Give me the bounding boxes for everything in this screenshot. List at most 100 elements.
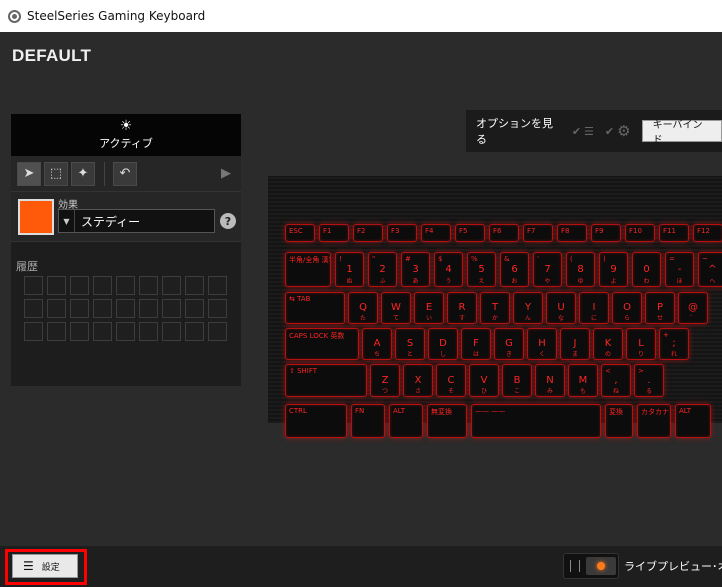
keyboard-key[interactable]: F5	[455, 224, 485, 242]
keyboard-key[interactable]: ALT	[389, 404, 423, 438]
history-slot[interactable]	[93, 299, 112, 318]
keyboard-key[interactable]: F1	[319, 224, 349, 242]
keyboard-key[interactable]: 半角/全角 漢字	[285, 252, 331, 287]
keyboard-key[interactable]: Sと	[395, 328, 425, 360]
keyboard-key[interactable]: Xさ	[403, 364, 433, 397]
history-slot[interactable]	[208, 299, 227, 318]
keyboard-key[interactable]: % 5 え	[467, 252, 496, 287]
keyboard-key[interactable]: Cそ	[436, 364, 466, 397]
keyboard-key[interactable]: Aち	[362, 328, 392, 360]
history-slot[interactable]	[116, 276, 135, 295]
keyboard-key[interactable]: Iに	[579, 292, 609, 324]
history-slot[interactable]	[70, 276, 89, 295]
keyboard-key[interactable]: Eい	[414, 292, 444, 324]
view-options-label[interactable]: オプションを見る	[476, 115, 562, 147]
live-preview-toggle[interactable]	[563, 553, 619, 579]
keyboard-key[interactable]: ALT	[675, 404, 711, 438]
keyboard-key[interactable]: Nみ	[535, 364, 565, 397]
keyboard-key[interactable]: Bこ	[502, 364, 532, 397]
keyboard-key[interactable]: Hく	[527, 328, 557, 360]
keyboard-key[interactable]: カタカナ ひらがな ローマ字	[637, 404, 671, 438]
keyboard-key[interactable]: Oら	[612, 292, 642, 324]
history-slot[interactable]	[162, 299, 181, 318]
keyboard-key[interactable]: Pせ	[645, 292, 675, 324]
history-slot[interactable]	[24, 276, 43, 295]
pointer-tool-icon[interactable]: ➤	[17, 161, 41, 186]
history-slot[interactable]	[185, 276, 204, 295]
keyboard-key[interactable]: & 6 お	[500, 252, 529, 287]
keyboard-key[interactable]: F11	[659, 224, 689, 242]
keyboard-key[interactable]: ⇧ SHIFT	[285, 364, 367, 397]
undo-icon[interactable]: ↶	[113, 161, 137, 186]
history-slot[interactable]	[93, 322, 112, 341]
keyboard-key[interactable]: Lり	[626, 328, 656, 360]
keyboard-key[interactable]: Vひ	[469, 364, 499, 397]
keyboard-key[interactable]: FN	[351, 404, 385, 438]
list-icon[interactable]: ☰	[584, 125, 594, 138]
history-slot[interactable]	[208, 322, 227, 341]
history-slot[interactable]	[70, 322, 89, 341]
keyboard-key[interactable]: 無変換	[427, 404, 467, 438]
keyboard-key[interactable]: ' 7 や	[533, 252, 562, 287]
keyboard-key[interactable]: @ ゛	[678, 292, 708, 324]
history-slot[interactable]	[185, 322, 204, 341]
keyboard-key[interactable]: (8 ゆ	[566, 252, 595, 287]
keyboard-key[interactable]: Zつ	[370, 364, 400, 397]
active-mode-header[interactable]: ☀ アクティブ	[11, 114, 241, 156]
keyboard-key[interactable]: >. る	[634, 364, 664, 397]
keyboard-key[interactable]: F10	[625, 224, 655, 242]
history-slot[interactable]	[139, 276, 158, 295]
keyboard-key[interactable]: Gき	[494, 328, 524, 360]
keyboard-key[interactable]: CAPS LOCK 英数	[285, 328, 359, 360]
history-slot[interactable]	[116, 322, 135, 341]
keyboard-key[interactable]: ⇆ TAB	[285, 292, 345, 324]
gear-icon[interactable]: ⚙	[617, 122, 630, 140]
keyboard-key[interactable]: " 2 ふ	[368, 252, 397, 287]
keyboard-key[interactable]: Qた	[348, 292, 378, 324]
keyboard-key[interactable]: 変換	[605, 404, 633, 438]
history-slot[interactable]	[116, 299, 135, 318]
keyboard-key[interactable]: Jま	[560, 328, 590, 360]
keyboard-key[interactable]: Kの	[593, 328, 623, 360]
keyboard-key[interactable]: <, ね	[601, 364, 631, 397]
keyboard-key[interactable]: F12	[693, 224, 722, 242]
keyboard-key[interactable]: ESC	[285, 224, 315, 242]
history-slot[interactable]	[70, 299, 89, 318]
keyboard-key[interactable]: ! 1 ぬ	[335, 252, 364, 287]
keyboard-key[interactable]: Fは	[461, 328, 491, 360]
keyboard-key[interactable]: Uな	[546, 292, 576, 324]
history-slot[interactable]	[47, 322, 66, 341]
history-slot[interactable]	[139, 299, 158, 318]
keyboard-key[interactable]: Yん	[513, 292, 543, 324]
history-slot[interactable]	[93, 276, 112, 295]
keyboard-key[interactable]: $4 う	[434, 252, 463, 287]
keyboard-key[interactable]: F9	[591, 224, 621, 242]
history-slot[interactable]	[47, 299, 66, 318]
history-slot[interactable]	[162, 276, 181, 295]
marquee-select-tool-icon[interactable]: ⬚	[44, 161, 68, 186]
keyboard-key[interactable]: F6	[489, 224, 519, 242]
keyboard-key[interactable]: F2	[353, 224, 383, 242]
keyboard-key[interactable]: #3 あ	[401, 252, 430, 287]
play-icon[interactable]: ▶	[221, 166, 231, 181]
effect-dropdown[interactable]: ▼ ステディー	[58, 209, 215, 233]
keyboard-key[interactable]: F4	[421, 224, 451, 242]
history-slot[interactable]	[162, 322, 181, 341]
keyboard-key[interactable]: ) 9 よ	[599, 252, 628, 287]
history-slot[interactable]	[185, 299, 204, 318]
history-slot[interactable]	[47, 276, 66, 295]
keyboard-key[interactable]: F8	[557, 224, 587, 242]
keyboard-key[interactable]: F7	[523, 224, 553, 242]
keyboard-key[interactable]: Tか	[480, 292, 510, 324]
keybind-button[interactable]: キーバインド	[641, 120, 722, 146]
keyboard-key[interactable]: 0わ	[632, 252, 661, 287]
keyboard-key[interactable]: Wて	[381, 292, 411, 324]
keyboard-key[interactable]: —— ——	[471, 404, 601, 438]
history-slot[interactable]	[208, 276, 227, 295]
keyboard-key[interactable]: Dし	[428, 328, 458, 360]
keyboard-key[interactable]: CTRL	[285, 404, 347, 438]
keyboard-key[interactable]: +; れ	[659, 328, 689, 360]
keyboard-key[interactable]: = - ほ	[665, 252, 694, 287]
color-swatch[interactable]	[18, 199, 54, 235]
magic-wand-tool-icon[interactable]: ✦	[71, 161, 95, 186]
